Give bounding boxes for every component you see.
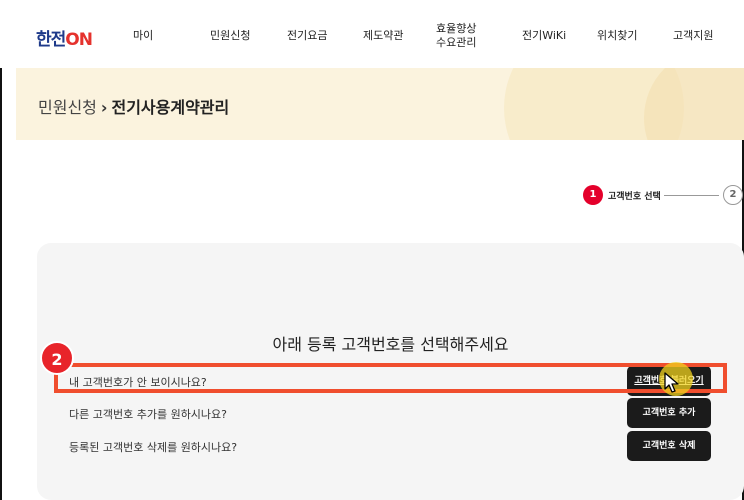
breadcrumb: 민원신청 › 전기사용계약관리 [38, 94, 229, 118]
step-badge: 2 [40, 341, 74, 375]
breadcrumb-chevron-icon: › [100, 98, 108, 117]
nav-item-policy-terms[interactable]: 제도약관 [363, 29, 403, 43]
page-title: 전기사용계약관리 [111, 98, 230, 117]
mouse-cursor-icon [664, 372, 679, 393]
question-add-number: 다른 고객번호 추가를 원하시나요? [69, 408, 228, 421]
step-1-label: 고객번호 선택 [608, 192, 661, 202]
nav-item-electric-rates[interactable]: 전기요금 [287, 29, 327, 43]
page-banner: 민원신청 › 전기사용계약관리 [16, 68, 744, 140]
question-delete-number: 등록된 고객번호 삭제를 원하시나요? [69, 441, 238, 454]
delete-customer-number-button[interactable]: 고객번호 삭제 [627, 431, 711, 461]
nav-item-wiki[interactable]: 전기WiKi [522, 29, 566, 43]
logo-on-text: ON [65, 30, 93, 50]
highlight-box [54, 363, 727, 393]
step-1-indicator: 1 [583, 185, 603, 205]
top-header: 한전ON 마이 민원신청 전기요금 제도약관 효율향상 수요관리 전기WiKi … [0, 0, 744, 68]
breadcrumb-parent[interactable]: 민원신청 [38, 98, 97, 117]
nav-item-support[interactable]: 고객지원 [673, 29, 713, 43]
nav-item-civil-request[interactable]: 민원신청 [210, 29, 250, 43]
add-customer-number-button[interactable]: 고객번호 추가 [627, 398, 711, 428]
nav-item-efficiency[interactable]: 효율향상 수요관리 [436, 22, 476, 50]
banner-decoration [644, 68, 744, 140]
step-connector [664, 195, 719, 196]
logo-text: 한전 [36, 30, 66, 50]
kepco-on-logo[interactable]: 한전ON [36, 25, 93, 50]
panel-title: 아래 등록 고객번호를 선택해주세요 [272, 335, 509, 354]
step-2-indicator: 2 [723, 185, 743, 205]
nav-item-location[interactable]: 위치찾기 [597, 29, 637, 43]
nav-item-my[interactable]: 마이 [133, 29, 153, 43]
